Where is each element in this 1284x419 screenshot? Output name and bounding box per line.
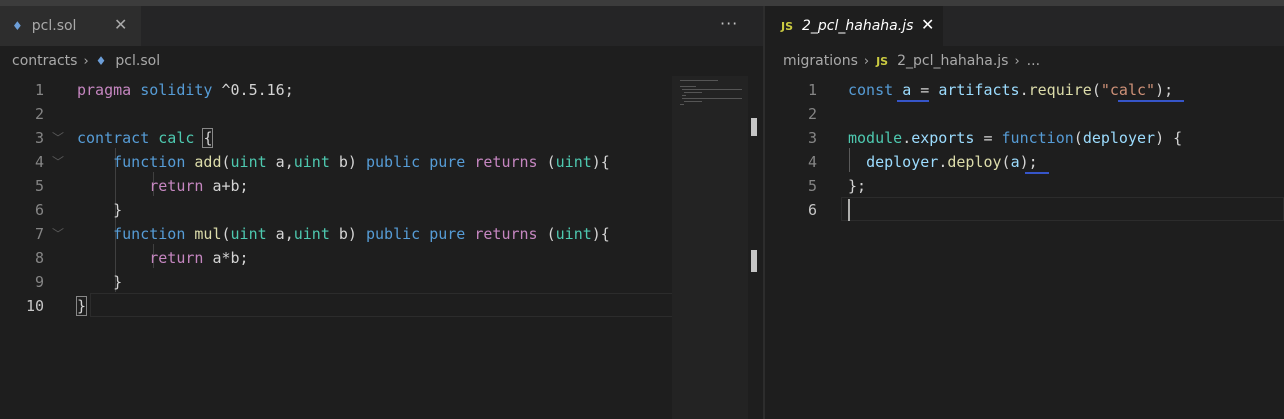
code-line: 7 ﹀ function mul(uint a,uint b) public p… (0, 222, 763, 246)
line-number: 6 (34, 201, 44, 219)
tab-label: 2_pcl_hahaha.js (802, 18, 914, 34)
code-text: function add(uint a,uint b) public pure … (113, 153, 610, 171)
vertical-scrollbar[interactable] (748, 76, 763, 419)
tab-pcl-sol[interactable]: ♦ pcl.sol ✕ (0, 6, 141, 46)
minimap[interactable] (672, 76, 748, 419)
line-number: 10 (25, 297, 44, 315)
chevron-right-icon: › (1014, 53, 1020, 69)
minimap-line (680, 80, 718, 81)
code-line: 5 return a+b; (0, 174, 763, 198)
line-number: 4 (807, 153, 817, 171)
code-line: 10 } (0, 294, 763, 318)
code-line: 1 pragma solidity ^0.5.16; (0, 78, 763, 102)
code-editor[interactable]: 1 pragma solidity ^0.5.16; 2 3 ﹀ contrac… (0, 76, 763, 419)
more-actions-button[interactable]: ··· (720, 14, 738, 33)
code-line: 6 (765, 198, 1284, 222)
chevron-down-icon[interactable]: ﹀ (52, 150, 64, 174)
breadcrumb-more[interactable]: ... (1027, 53, 1040, 69)
breadcrumb-file[interactable]: pcl.sol (115, 53, 160, 69)
squiggle-underline (897, 98, 929, 102)
solidity-icon: ♦ (95, 54, 107, 68)
minimap-line (682, 95, 686, 96)
solidity-icon: ♦ (12, 19, 23, 33)
minimap-line (682, 98, 742, 99)
line-number: 7 (34, 225, 44, 243)
breadcrumb-folder[interactable]: migrations (783, 53, 858, 69)
code-line: 2 (0, 102, 763, 126)
minimap-line (680, 86, 696, 87)
code-line: 1 const a = artifacts.require("calc"); (765, 78, 1284, 102)
code-text: return a+b; (149, 177, 249, 195)
breadcrumb-folder[interactable]: contracts (12, 53, 77, 69)
scrollbar-thumb[interactable] (751, 118, 757, 136)
minimap-line (680, 104, 684, 105)
breadcrumb-file[interactable]: 2_pcl_hahaha.js (897, 53, 1008, 69)
right-tab-bar: JS 2_pcl_hahaha.js ✕ (765, 6, 1284, 46)
code-text: pragma solidity ^0.5.16; (77, 81, 294, 99)
line-number: 4 (34, 153, 44, 171)
chevron-right-icon: › (83, 53, 89, 69)
left-tab-bar: ♦ pcl.sol ✕ ··· (0, 6, 763, 46)
javascript-icon: JS (876, 54, 889, 68)
code-text: } (77, 273, 123, 291)
tab-label: pcl.sol (31, 18, 77, 34)
line-number: 1 (34, 81, 44, 99)
chevron-right-icon: › (863, 53, 870, 69)
code-text: module.exports = function(deployer) { (848, 129, 1183, 147)
chevron-down-icon[interactable]: ﹀ (52, 222, 64, 246)
code-line: 4 ﹀ function add(uint a,uint b) public p… (0, 150, 763, 174)
javascript-icon: JS (781, 19, 794, 33)
code-line: 2 (765, 102, 1284, 126)
code-text: } (75, 296, 88, 316)
code-text: contract calc { (77, 128, 214, 148)
right-editor-pane: JS 2_pcl_hahaha.js ✕ migrations › JS 2_p… (765, 6, 1284, 419)
code-line: 5 }; (765, 174, 1284, 198)
close-icon[interactable]: ✕ (921, 17, 934, 33)
line-number: 3 (807, 129, 817, 147)
minimap-line (684, 92, 702, 93)
code-text: }; (848, 177, 867, 195)
minimap-line (684, 101, 702, 102)
code-text: deployer.deploy(a); (866, 153, 1038, 171)
line-number: 1 (807, 81, 817, 99)
code-line: 3 ﹀ contract calc { (0, 126, 763, 150)
line-number: 8 (34, 249, 44, 267)
code-line: 6 } (0, 198, 763, 222)
breadcrumb: migrations › JS 2_pcl_hahaha.js › ... (765, 46, 1284, 76)
code-text: } (77, 201, 123, 219)
code-text: function mul(uint a,uint b) public pure … (113, 225, 610, 243)
code-line: 8 return a*b; (0, 246, 763, 270)
breadcrumb: contracts › ♦ pcl.sol (0, 46, 763, 76)
code-line: 3 module.exports = function(deployer) { (765, 126, 1284, 150)
close-icon[interactable]: ✕ (114, 17, 127, 33)
line-number: 2 (807, 105, 817, 123)
text-cursor (848, 199, 850, 221)
line-number: 5 (34, 177, 44, 195)
line-number: 5 (807, 177, 817, 195)
code-text: return a*b; (149, 249, 249, 267)
left-editor-pane: ♦ pcl.sol ✕ ··· contracts › ♦ pcl.sol 1 … (0, 6, 763, 419)
tab-2-pcl-hahaha-js[interactable]: JS 2_pcl_hahaha.js ✕ (765, 6, 943, 46)
code-editor[interactable]: 1 const a = artifacts.require("calc"); 2… (765, 76, 1284, 419)
line-number: 2 (34, 105, 44, 123)
minimap-line (682, 89, 742, 90)
squiggle-underline (1025, 170, 1049, 174)
line-number: 9 (34, 273, 44, 291)
scrollbar-marker (751, 250, 757, 272)
squiggle-underline (1118, 98, 1184, 102)
minimap-slider[interactable] (672, 76, 748, 419)
code-line: 9 } (0, 270, 763, 294)
line-number: 6 (807, 201, 817, 219)
line-number: 3 (34, 129, 44, 147)
chevron-down-icon[interactable]: ﹀ (52, 126, 64, 150)
